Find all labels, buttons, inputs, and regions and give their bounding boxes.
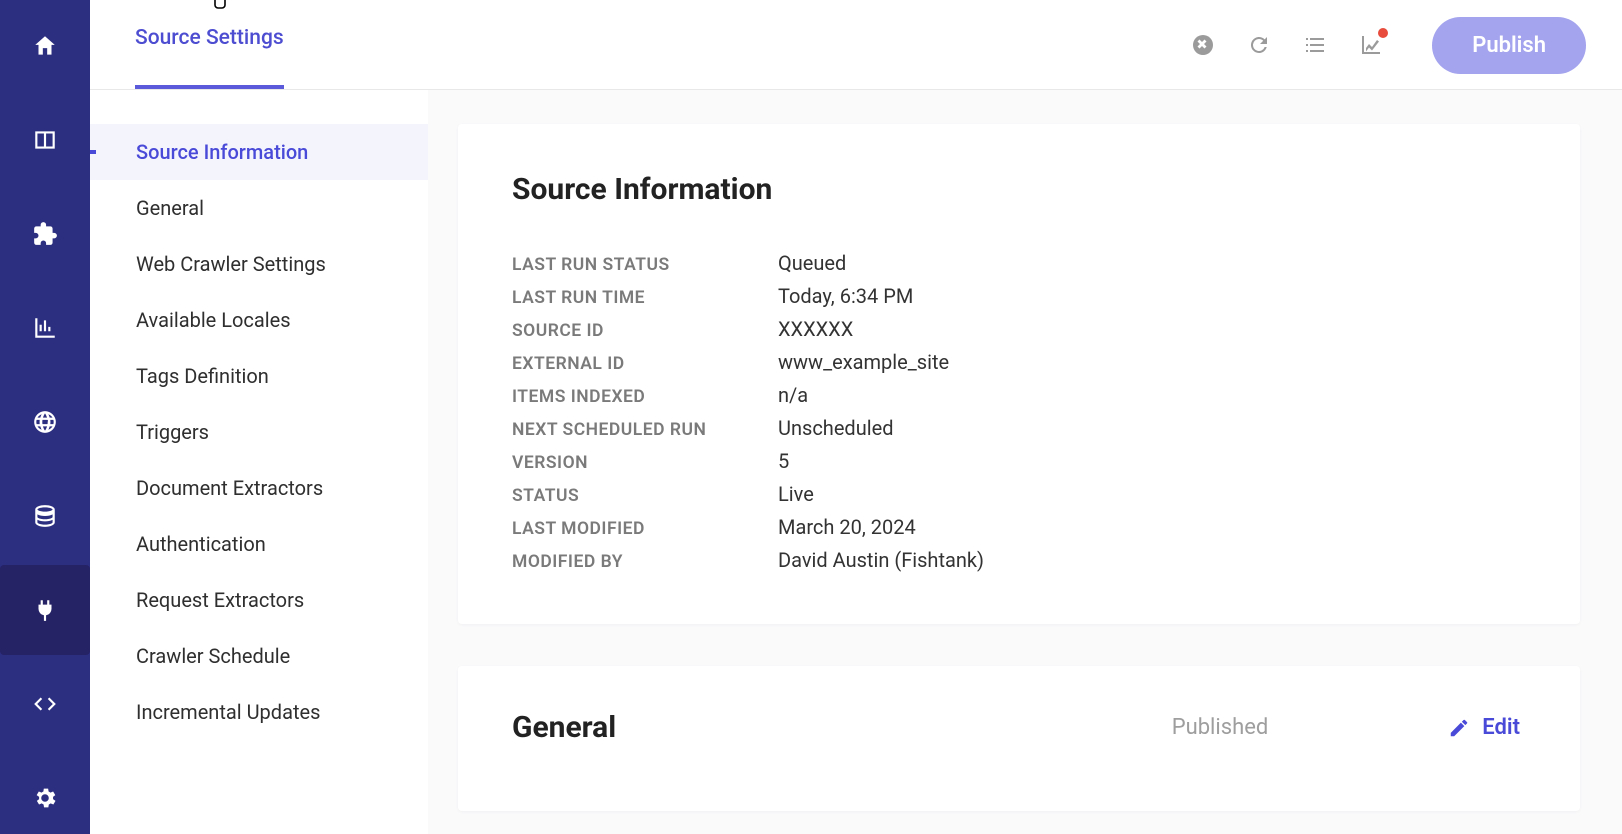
info-value: www_example_site bbox=[778, 350, 949, 374]
left-icon-rail bbox=[0, 0, 90, 834]
info-label: EXTERNAL ID bbox=[512, 354, 778, 374]
info-row: EXTERNAL IDwww_example_site bbox=[512, 350, 1520, 374]
info-label: MODIFIED BY bbox=[512, 552, 778, 572]
section-nav-item[interactable]: General bbox=[90, 180, 428, 236]
panels-scroll[interactable]: Source Information LAST RUN STATUSQueued… bbox=[428, 90, 1622, 834]
section-nav-item[interactable]: Available Locales bbox=[90, 292, 428, 348]
info-row: MODIFIED BYDavid Austin (Fishtank) bbox=[512, 548, 1520, 572]
info-label: SOURCE ID bbox=[512, 321, 778, 341]
top-bar: Source Settings Publish bbox=[90, 0, 1622, 90]
source-info-heading: Source Information bbox=[512, 172, 1520, 207]
pencil-icon bbox=[1448, 717, 1470, 739]
rail-database-icon[interactable] bbox=[23, 494, 67, 538]
notification-dot bbox=[1378, 28, 1388, 38]
info-value: n/a bbox=[778, 383, 808, 407]
info-row: LAST MODIFIEDMarch 20, 2024 bbox=[512, 515, 1520, 539]
section-nav: Source InformationGeneralWeb Crawler Set… bbox=[90, 90, 428, 834]
refresh-icon[interactable] bbox=[1246, 32, 1272, 58]
main-area: Source Settings Publish Source Informati… bbox=[90, 0, 1622, 834]
rail-bar-chart-icon[interactable] bbox=[23, 306, 67, 350]
list-icon[interactable] bbox=[1302, 32, 1328, 58]
rail-puzzle-icon[interactable] bbox=[23, 212, 67, 256]
info-label: LAST RUN TIME bbox=[512, 288, 778, 308]
tab-source-settings[interactable]: Source Settings bbox=[135, 0, 284, 89]
rail-code-icon[interactable] bbox=[23, 682, 67, 726]
info-value: Unscheduled bbox=[778, 416, 893, 440]
info-label: STATUS bbox=[512, 486, 778, 506]
section-nav-item[interactable]: Web Crawler Settings bbox=[90, 236, 428, 292]
section-nav-item[interactable]: Crawler Schedule bbox=[90, 628, 428, 684]
info-value: David Austin (Fishtank) bbox=[778, 548, 984, 572]
section-nav-item[interactable]: Source Information bbox=[90, 124, 428, 180]
info-value: 5 bbox=[778, 449, 789, 473]
info-rows: LAST RUN STATUSQueuedLAST RUN TIMEToday,… bbox=[512, 251, 1520, 572]
edit-label: Edit bbox=[1482, 715, 1520, 740]
info-row: ITEMS INDEXEDn/a bbox=[512, 383, 1520, 407]
info-row: NEXT SCHEDULED RUNUnscheduled bbox=[512, 416, 1520, 440]
published-label: Published bbox=[1172, 715, 1269, 740]
section-nav-item[interactable]: Tags Definition bbox=[90, 348, 428, 404]
info-label: LAST MODIFIED bbox=[512, 519, 778, 539]
info-row: SOURCE IDXXXXXX bbox=[512, 317, 1520, 341]
info-label: VERSION bbox=[512, 453, 778, 473]
section-nav-item[interactable]: Document Extractors bbox=[90, 460, 428, 516]
line-chart-icon[interactable] bbox=[1358, 32, 1384, 58]
info-row: LAST RUN TIMEToday, 6:34 PM bbox=[512, 284, 1520, 308]
info-value: Queued bbox=[778, 251, 846, 275]
card-general: General Published Edit bbox=[458, 666, 1580, 811]
info-value: Today, 6:34 PM bbox=[778, 284, 913, 308]
top-actions: Publish bbox=[1190, 0, 1586, 90]
info-label: NEXT SCHEDULED RUN bbox=[512, 420, 778, 440]
info-value: March 20, 2024 bbox=[778, 515, 916, 539]
rail-globe-icon[interactable] bbox=[23, 400, 67, 444]
section-nav-item[interactable]: Incremental Updates bbox=[90, 684, 428, 740]
content-region: Source InformationGeneralWeb Crawler Set… bbox=[90, 90, 1622, 834]
section-nav-item[interactable]: Authentication bbox=[90, 516, 428, 572]
section-nav-item[interactable]: Request Extractors bbox=[90, 572, 428, 628]
info-row: LAST RUN STATUSQueued bbox=[512, 251, 1520, 275]
info-value: Live bbox=[778, 482, 814, 506]
info-row: STATUSLive bbox=[512, 482, 1520, 506]
card-source-information: Source Information LAST RUN STATUSQueued… bbox=[458, 124, 1580, 624]
rail-home-icon[interactable] bbox=[23, 24, 67, 68]
info-row: VERSION5 bbox=[512, 449, 1520, 473]
info-label: ITEMS INDEXED bbox=[512, 387, 778, 407]
edit-button[interactable]: Edit bbox=[1448, 715, 1520, 740]
section-nav-item[interactable]: Triggers bbox=[90, 404, 428, 460]
info-value: XXXXXX bbox=[778, 317, 853, 341]
general-heading: General bbox=[512, 710, 616, 745]
rail-plug-icon[interactable] bbox=[0, 565, 90, 655]
publish-button[interactable]: Publish bbox=[1432, 17, 1586, 74]
close-icon[interactable] bbox=[1190, 32, 1216, 58]
info-label: LAST RUN STATUS bbox=[512, 255, 778, 275]
rail-gear-icon[interactable] bbox=[23, 776, 67, 820]
rail-panel-icon[interactable] bbox=[23, 118, 67, 162]
